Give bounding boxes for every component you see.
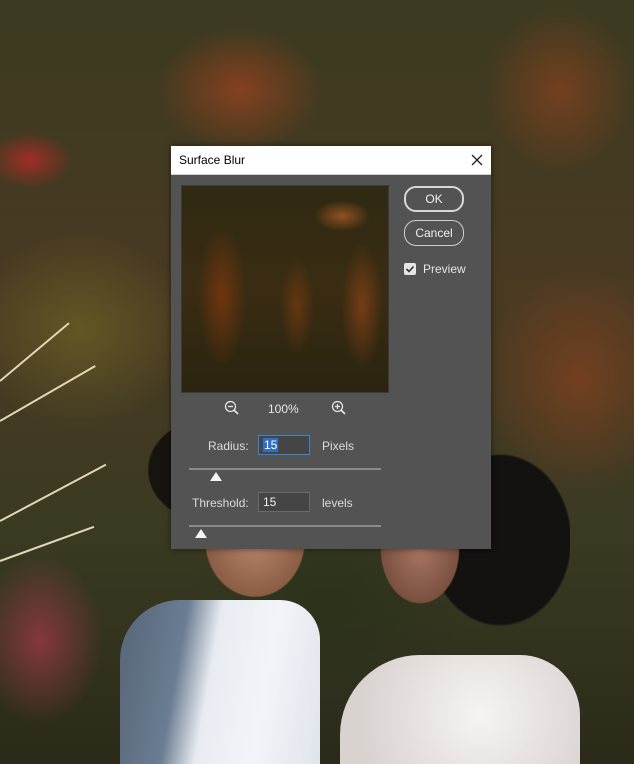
radius-slider-track[interactable] bbox=[189, 468, 381, 470]
cancel-button[interactable]: Cancel bbox=[404, 220, 464, 246]
radius-input[interactable]: 15 bbox=[258, 435, 310, 455]
surface-blur-dialog: Surface Blur 100% OK Cancel Preview Radi… bbox=[171, 146, 491, 549]
radius-unit: Pixels bbox=[322, 439, 355, 453]
threshold-input[interactable]: 15 bbox=[258, 492, 310, 512]
branch-decoration bbox=[0, 525, 95, 562]
close-icon bbox=[471, 154, 483, 166]
branch-decoration bbox=[0, 365, 96, 422]
threshold-slider-track[interactable] bbox=[189, 525, 381, 527]
branch-decoration bbox=[0, 322, 70, 382]
zoom-out-icon bbox=[224, 400, 239, 415]
bride-dress bbox=[340, 655, 580, 764]
zoom-out-button[interactable] bbox=[223, 399, 241, 417]
ok-button[interactable]: OK bbox=[404, 186, 464, 212]
zoom-in-icon bbox=[331, 400, 346, 415]
branch-decoration bbox=[0, 463, 107, 522]
title-bar[interactable]: Surface Blur bbox=[171, 146, 491, 175]
radius-value: 15 bbox=[263, 438, 279, 452]
zoom-level: 100% bbox=[268, 402, 299, 416]
dialog-title: Surface Blur bbox=[179, 153, 246, 167]
preview-image[interactable] bbox=[181, 185, 389, 393]
zoom-in-button[interactable] bbox=[330, 399, 348, 417]
checkmark-icon bbox=[405, 265, 415, 273]
preview-label: Preview bbox=[423, 262, 466, 276]
close-button[interactable] bbox=[463, 146, 491, 174]
radius-label: Radius: bbox=[208, 439, 249, 453]
threshold-unit: levels bbox=[322, 496, 353, 510]
groom-shirt bbox=[120, 600, 320, 764]
threshold-slider-thumb[interactable] bbox=[194, 529, 207, 538]
threshold-value: 15 bbox=[263, 495, 277, 509]
radius-slider-thumb[interactable] bbox=[209, 472, 222, 481]
preview-checkbox[interactable] bbox=[404, 263, 416, 275]
threshold-label: Threshold: bbox=[192, 496, 249, 510]
